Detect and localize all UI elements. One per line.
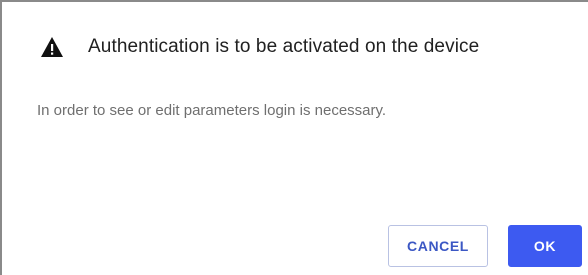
- warning-icon: [40, 36, 64, 58]
- dialog-actions: CANCEL OK: [388, 225, 582, 267]
- dialog-header: Authentication is to be activated on the…: [40, 34, 479, 60]
- confirmation-dialog: Authentication is to be activated on the…: [2, 2, 588, 275]
- dialog-frame: Authentication is to be activated on the…: [0, 0, 588, 275]
- dialog-title: Authentication is to be activated on the…: [88, 36, 480, 57]
- dialog-message: In order to see or edit parameters login…: [37, 102, 387, 119]
- cancel-button[interactable]: CANCEL: [388, 225, 488, 267]
- ok-button[interactable]: OK: [508, 225, 582, 267]
